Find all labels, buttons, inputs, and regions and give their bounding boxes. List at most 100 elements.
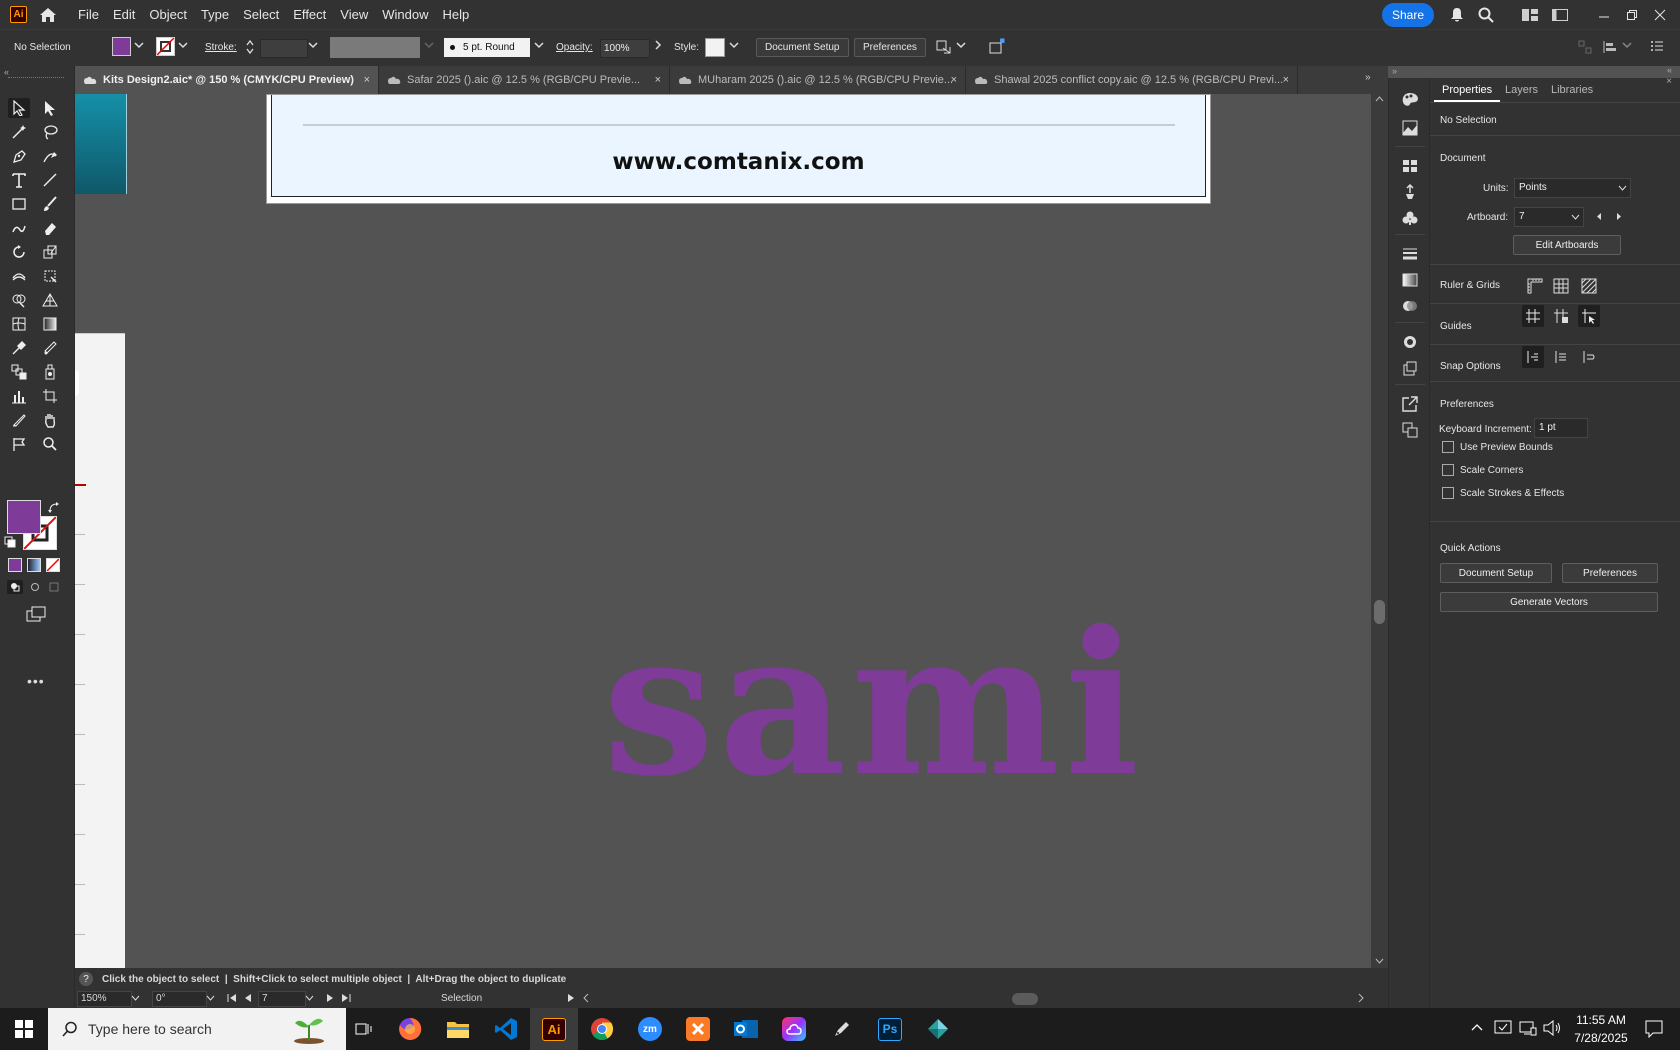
keyboard-increment-field[interactable]: 1 pt — [1534, 418, 1588, 438]
footer-box[interactable]: www.comtanix.com — [271, 95, 1206, 197]
chevron-down-icon[interactable] — [956, 41, 966, 49]
outlook-icon[interactable] — [722, 1008, 770, 1050]
brush-definition-field[interactable]: 5 pt. Round — [444, 38, 530, 57]
sami-artwork-text[interactable]: sami — [603, 594, 1283, 914]
teal-artwork[interactable] — [75, 94, 127, 194]
vertical-scrollbar[interactable] — [1371, 94, 1388, 968]
default-fill-stroke-icon[interactable] — [4, 536, 16, 548]
menu-type[interactable]: Type — [194, 0, 236, 29]
rotation-field[interactable]: 0° — [152, 991, 207, 1007]
transparency-icon[interactable] — [1400, 296, 1420, 316]
brushes-icon[interactable] — [1400, 182, 1420, 202]
tab-overflow-icon[interactable]: » — [1365, 72, 1371, 83]
none-mode-button[interactable] — [46, 558, 60, 572]
grid-icon[interactable] — [1550, 275, 1572, 297]
windows-start-icon[interactable] — [0, 1008, 48, 1050]
share-for-review-icon[interactable] — [988, 37, 1006, 55]
snap-to-glyph-icon[interactable] — [1578, 346, 1600, 368]
chevron-down-icon[interactable] — [305, 995, 314, 1001]
menu-window[interactable]: Window — [375, 0, 435, 29]
measure-tool-icon[interactable] — [39, 338, 61, 358]
tab-properties[interactable]: Properties — [1434, 78, 1501, 102]
snap-to-pixel-icon[interactable] — [1550, 346, 1572, 368]
fill-color-swatch[interactable] — [112, 37, 131, 56]
share-button[interactable]: Share — [1381, 2, 1434, 27]
notifications-icon[interactable] — [1450, 7, 1464, 23]
clock-time[interactable]: 11:55 AM — [1570, 1013, 1632, 1027]
graphic-style-swatch[interactable] — [705, 38, 725, 57]
color-mode-button[interactable] — [8, 558, 22, 572]
close-tab-icon[interactable]: × — [655, 74, 661, 86]
menu-effect[interactable]: Effect — [286, 0, 333, 29]
draw-behind-icon[interactable] — [27, 580, 43, 594]
last-artboard-icon[interactable] — [341, 993, 351, 1003]
artboards-panel-icon[interactable] — [1400, 420, 1420, 440]
selection-tool-icon[interactable] — [8, 98, 30, 118]
close-panel-icon[interactable]: × — [1666, 76, 1672, 87]
draw-inside-icon[interactable] — [46, 580, 62, 594]
chevron-down-icon[interactable] — [729, 41, 739, 49]
menu-edit[interactable]: Edit — [106, 0, 142, 29]
gradient-tool-icon[interactable] — [39, 314, 61, 334]
symbol-sprayer-tool-icon[interactable] — [39, 362, 61, 382]
change-screen-mode-icon[interactable] — [26, 606, 46, 622]
free-transform-tool-icon[interactable] — [39, 266, 61, 286]
fill-color-indicator[interactable] — [7, 500, 41, 534]
search-icon[interactable] — [1478, 7, 1494, 23]
scroll-left-icon[interactable] — [583, 993, 589, 1003]
toolbar-grip[interactable] — [8, 77, 64, 79]
chevron-down-icon[interactable] — [534, 41, 544, 49]
collapse-strip-icon[interactable]: » — [1392, 66, 1397, 76]
stroke-weight-field[interactable] — [260, 39, 308, 58]
clock-date[interactable]: 7/28/2025 — [1568, 1031, 1634, 1045]
perspective-grid-tool-icon[interactable] — [39, 290, 61, 310]
chevron-right-icon[interactable] — [654, 40, 662, 50]
document-setup-button[interactable]: Document Setup — [756, 38, 849, 57]
taskbar-search-box[interactable]: Type here to search — [48, 1008, 346, 1050]
export-icon[interactable] — [1400, 394, 1420, 414]
variable-width-profile[interactable] — [330, 37, 420, 58]
menu-select[interactable]: Select — [236, 0, 286, 29]
chrome-icon[interactable] — [578, 1008, 626, 1050]
task-view-icon[interactable] — [340, 1008, 388, 1050]
previous-artboard-icon[interactable] — [244, 993, 252, 1003]
units-select[interactable]: Points — [1514, 178, 1631, 198]
menu-view[interactable]: View — [333, 0, 375, 29]
appearance-icon[interactable] — [1400, 332, 1420, 352]
close-window-icon[interactable] — [1654, 9, 1666, 21]
horizontal-scroll-thumb[interactable] — [1012, 993, 1038, 1005]
illustrator-taskbar-icon[interactable]: Ai — [530, 1008, 578, 1050]
canvas-area[interactable]: www.comtanix.com sami — [75, 94, 1371, 968]
scale-strokes-effects-checkbox[interactable] — [1442, 487, 1454, 499]
pen-app-icon[interactable] — [818, 1008, 866, 1050]
line-segment-tool-icon[interactable] — [39, 170, 61, 190]
chevron-down-icon[interactable] — [1618, 185, 1627, 191]
eyedropper-tool-icon[interactable] — [8, 338, 30, 358]
opacity-label[interactable]: Opacity: — [556, 42, 593, 53]
use-preview-bounds-checkbox[interactable] — [1442, 441, 1454, 453]
chevron-down-icon[interactable] — [134, 41, 144, 49]
stroke-panel-icon[interactable] — [1400, 244, 1420, 264]
help-icon[interactable]: ? — [79, 972, 93, 986]
transform-options-icon[interactable] — [935, 38, 953, 56]
menu-file[interactable]: File — [71, 0, 106, 29]
eraser-tool-icon[interactable] — [39, 218, 61, 238]
collapse-panel-icon[interactable]: « — [4, 67, 9, 77]
curvature-tool-icon[interactable] — [39, 146, 61, 166]
tab-safar-2025[interactable]: Safar 2025 ().aic @ 12.5 % (RGB/CPU Prev… — [379, 66, 670, 94]
edit-artboards-button[interactable]: Edit Artboards — [1513, 235, 1621, 255]
opacity-field[interactable]: 100% — [600, 39, 650, 58]
restore-window-icon[interactable] — [1626, 9, 1638, 21]
scroll-up-icon[interactable] — [1375, 96, 1384, 102]
slice-tool-icon[interactable] — [8, 410, 30, 430]
scroll-thumb[interactable] — [1374, 600, 1385, 624]
edit-toolbar-icon[interactable]: ••• — [27, 673, 45, 689]
workspace-switcher-icon[interactable] — [1552, 8, 1568, 21]
meet-now-icon[interactable] — [1494, 1020, 1512, 1036]
paintbrush-tool-icon[interactable] — [39, 194, 61, 214]
creative-cloud-icon[interactable] — [770, 1008, 818, 1050]
preferences-button[interactable]: Preferences — [854, 38, 926, 57]
close-tab-icon[interactable]: × — [951, 74, 957, 86]
rulers-icon[interactable] — [1524, 275, 1546, 297]
close-tab-icon[interactable]: × — [364, 74, 370, 86]
